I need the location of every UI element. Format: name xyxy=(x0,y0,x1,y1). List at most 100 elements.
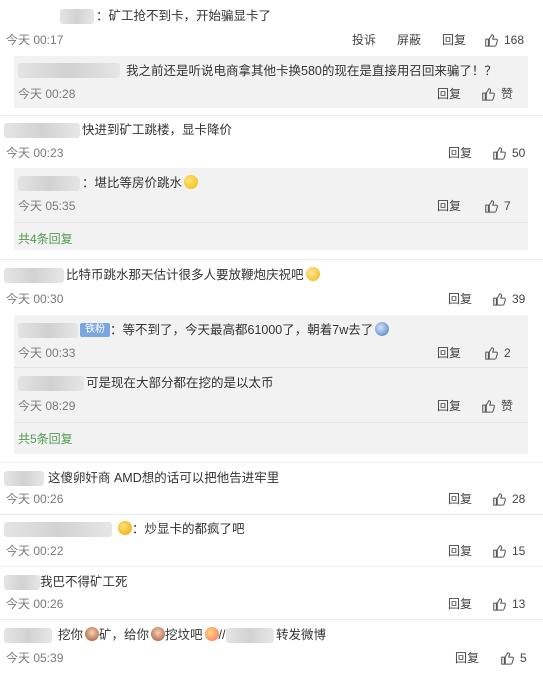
comment-text-part: // xyxy=(218,628,226,642)
thumb-up-icon xyxy=(501,652,514,665)
reply-text: ：等不到了，今天最高都61000了，朝着7w去了 xyxy=(110,322,390,338)
emoji-woman-icon xyxy=(85,627,100,641)
repost-text: 转发微博 xyxy=(276,628,327,642)
like-button[interactable]: 13 xyxy=(492,596,525,612)
like-count: 7 xyxy=(504,199,511,213)
like-button[interactable]: 50 xyxy=(492,145,525,161)
thumb-up-icon xyxy=(482,400,495,413)
comment-text: ：炒显卡的都疯了吧 xyxy=(116,521,245,537)
comment-time: 今天 05:39 xyxy=(6,651,64,665)
like-button[interactable]: 2 xyxy=(484,345,511,361)
thumb-up-icon xyxy=(482,88,495,101)
username-blurred[interactable] xyxy=(18,176,80,191)
comment-time: 今天 00:26 xyxy=(6,492,64,506)
comment-text: 我巴不得矿工死 xyxy=(40,575,128,589)
emoji-blush-icon xyxy=(305,267,320,281)
divider xyxy=(14,422,528,423)
username-blurred[interactable] xyxy=(18,63,120,78)
divider xyxy=(0,462,543,463)
like-count: 50 xyxy=(512,146,526,160)
comment-text: 这傻卵奸商 AMD想的话可以把他告进牢里 xyxy=(48,471,280,485)
comment-text-content: 比特币跳水那天估计很多人要放鞭炮庆祝吧 xyxy=(66,268,304,282)
emoji-cold-face-icon xyxy=(375,322,390,336)
reply-time: 今天 00:33 xyxy=(18,346,76,360)
username-blurred[interactable] xyxy=(4,471,44,486)
more-replies-link[interactable]: 共4条回复 xyxy=(18,232,73,246)
like-button[interactable]: 赞 xyxy=(481,86,513,102)
thumb-up-icon xyxy=(493,147,506,160)
comment-text-part: 矿，给你 xyxy=(99,628,150,642)
divider xyxy=(0,566,543,567)
reply-time: 今天 08:29 xyxy=(18,399,76,413)
reply-button[interactable]: 回复 xyxy=(437,199,461,213)
more-replies-link[interactable]: 共5条回复 xyxy=(18,432,73,446)
like-label: 赞 xyxy=(501,87,514,101)
like-button[interactable]: 5 xyxy=(500,650,527,666)
username-blurred[interactable] xyxy=(18,323,78,338)
thumb-up-icon xyxy=(493,493,506,506)
divider xyxy=(14,367,528,368)
reply-text: 可是现在大部分都在挖的是以太币 xyxy=(86,376,274,390)
reply-button[interactable]: 回复 xyxy=(448,146,472,160)
like-button[interactable]: 7 xyxy=(484,198,511,214)
username-blurred[interactable] xyxy=(4,123,80,138)
comment-time: 今天 00:30 xyxy=(6,292,64,306)
comment-text-content: ：炒显卡的都疯了吧 xyxy=(132,522,245,536)
like-button[interactable]: 15 xyxy=(492,543,525,559)
comment-text-part: 挖你 xyxy=(58,628,84,642)
comment-time: 今天 00:26 xyxy=(6,597,64,611)
like-label: 赞 xyxy=(501,399,514,413)
divider xyxy=(0,514,543,515)
thumb-up-icon xyxy=(493,598,506,611)
reply-button[interactable]: 回复 xyxy=(437,399,461,413)
username-blurred[interactable] xyxy=(4,522,112,537)
reply-button[interactable]: 回复 xyxy=(437,346,461,360)
reply-button[interactable]: 回复 xyxy=(448,492,472,506)
reply-button[interactable]: 回复 xyxy=(437,87,461,101)
reply-text: ：堪比等房价跳水 xyxy=(82,175,199,191)
reply-button[interactable]: 回复 xyxy=(448,292,472,306)
comment-text-part: 挖坟吧 xyxy=(165,628,203,642)
thumb-up-icon xyxy=(485,34,498,47)
like-count: 13 xyxy=(512,597,526,611)
comment-text: 比特币跳水那天估计很多人要放鞭炮庆祝吧 xyxy=(66,267,320,283)
emoji-hug-icon xyxy=(204,627,219,641)
reply-time: 今天 00:28 xyxy=(18,87,76,101)
username-blurred[interactable] xyxy=(60,9,94,24)
reply-text-content: ：等不到了，今天最高都61000了，朝着7w去了 xyxy=(110,323,374,337)
comment-time: 今天 00:17 xyxy=(6,33,64,47)
fan-badge: 铁粉 xyxy=(80,323,110,337)
like-button[interactable]: 39 xyxy=(492,291,525,307)
emoji-heart-eyes-icon xyxy=(118,521,132,535)
username-blurred[interactable] xyxy=(4,628,52,643)
divider xyxy=(14,222,528,223)
comment-feed: ：矿工抢不到卡，开始骗显卡了 今天 00:17 投诉 屏蔽 回复 168 我之前… xyxy=(0,0,543,673)
like-button[interactable]: 赞 xyxy=(481,398,513,414)
divider xyxy=(0,619,543,620)
divider xyxy=(0,115,543,116)
username-blurred[interactable] xyxy=(4,575,40,590)
report-button[interactable]: 投诉 xyxy=(352,33,376,47)
username-blurred[interactable] xyxy=(226,628,274,643)
comment-text: ：矿工抢不到卡，开始骗显卡了 xyxy=(96,9,272,23)
like-button[interactable]: 28 xyxy=(492,491,525,507)
comment-time: 今天 00:22 xyxy=(6,544,64,558)
username-blurred[interactable] xyxy=(18,376,84,391)
comment-text: 快进到矿工跳楼，显卡降价 xyxy=(82,123,233,137)
reply-button[interactable]: 回复 xyxy=(448,544,472,558)
comment-time: 今天 00:23 xyxy=(6,146,64,160)
divider xyxy=(0,259,543,260)
block-button[interactable]: 屏蔽 xyxy=(397,33,421,47)
like-count: 2 xyxy=(504,346,511,360)
thumb-up-icon xyxy=(493,545,506,558)
reply-text-content: ：堪比等房价跳水 xyxy=(82,176,183,190)
comment-text: 挖你 矿，给你 挖坟吧 // xyxy=(58,627,226,643)
emoji-woman-icon xyxy=(151,627,166,641)
reply-button[interactable]: 回复 xyxy=(455,651,479,665)
thumb-up-icon xyxy=(485,347,498,360)
username-blurred[interactable] xyxy=(4,268,64,283)
reply-button[interactable]: 回复 xyxy=(448,597,472,611)
reply-button[interactable]: 回复 xyxy=(442,33,466,47)
like-count: 39 xyxy=(512,292,526,306)
like-button[interactable]: 168 xyxy=(484,32,524,48)
